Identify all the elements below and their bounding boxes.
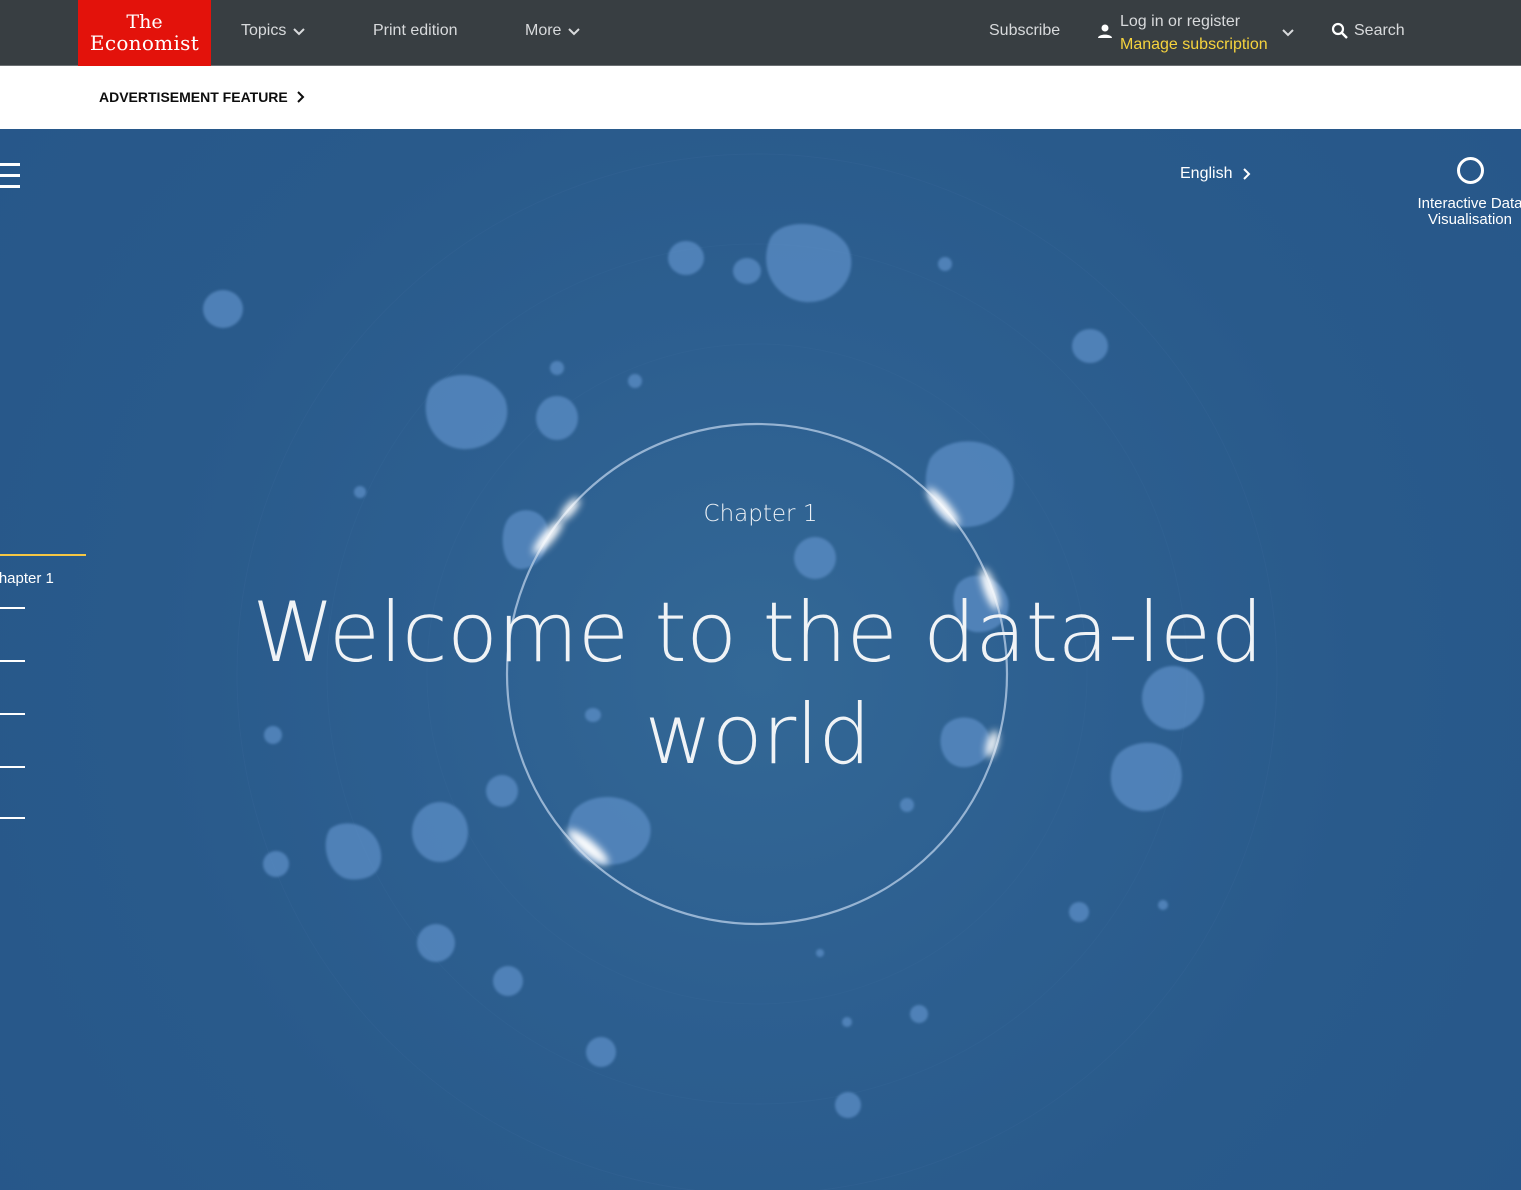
page-title: Welcome to the data-led world [180,582,1335,786]
subscribe-label: Subscribe [989,22,1061,39]
menu-icon-bar [0,163,20,166]
manage-subscription-label: Manage subscription [1120,36,1268,53]
visualisation-label-line1: Interactive Data [1417,195,1521,212]
login-register-label: Log in or register [1120,13,1241,30]
language-selector[interactable]: English [1180,165,1252,183]
chevron-right-icon [297,91,305,103]
print-edition-link[interactable]: Print edition [373,22,458,40]
advertisement-bar: ADVERTISEMENT FEATURE [0,66,1521,129]
hero-section: English Interactive Data Visualisation C… [0,129,1521,1190]
chapter-nav-item-1[interactable]: Chapter 1 [0,570,54,587]
advertisement-feature-link[interactable]: ADVERTISEMENT FEATURE [99,89,306,105]
chapter-nav-item-3[interactable] [0,660,25,662]
visualisation-label-line2: Visualisation [1428,211,1512,228]
chevron-right-icon [1243,168,1251,180]
chapter-active-indicator [0,554,86,556]
chevron-down-icon [568,28,581,36]
language-label: English [1180,165,1233,182]
chapter-label: Chapter 1 [703,501,818,527]
page-title-line-2: world [644,686,871,783]
search-icon [1331,22,1348,39]
chevron-down-icon [1282,29,1294,37]
chapter-nav-item-5[interactable] [0,766,25,768]
menu-button[interactable] [0,163,20,193]
page-title-line-1: Welcome to the data-led [252,584,1263,681]
chapter-nav-item-6[interactable] [0,817,25,819]
user-icon [1098,24,1112,38]
interactive-visualisation-toggle[interactable]: Interactive Data Visualisation [1405,157,1521,228]
menu-icon-bar [0,174,20,177]
chapter-nav-item-4[interactable] [0,713,25,715]
economist-logo[interactable]: The Economist [78,0,211,66]
menu-icon-bar [0,185,20,188]
top-navigation: The Economist Topics Print edition More … [0,0,1521,66]
chapter-nav-item-2[interactable] [0,607,25,609]
logo-line-2: Economist [89,31,200,55]
more-label: More [525,22,562,39]
logo-line-1: The [126,11,163,33]
topics-label: Topics [241,22,287,39]
print-edition-label: Print edition [373,22,458,39]
search-button[interactable]: Search [1331,22,1405,40]
advertisement-feature-label: ADVERTISEMENT FEATURE [99,89,288,105]
subscribe-link[interactable]: Subscribe [989,22,1060,40]
ring-icon [1456,157,1484,184]
topics-menu[interactable]: Topics [241,22,306,40]
search-label: Search [1354,22,1405,39]
chevron-down-icon [293,28,306,36]
more-menu[interactable]: More [525,22,581,40]
